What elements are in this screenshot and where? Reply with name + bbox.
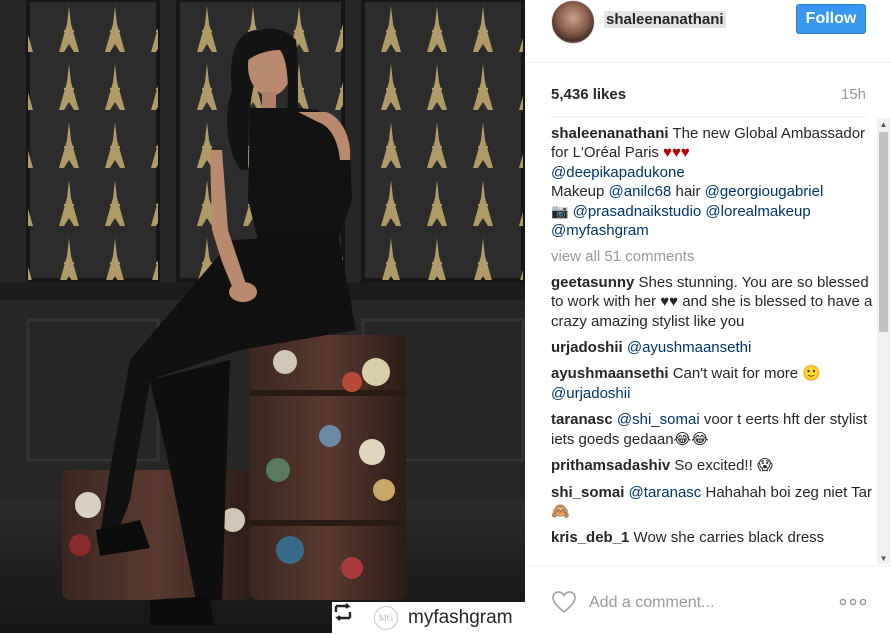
mention-link[interactable]: @prasadnaikstudio xyxy=(573,203,702,220)
comment-username[interactable]: ayushmaansethi xyxy=(551,365,669,382)
heart-outline-icon[interactable] xyxy=(551,590,577,614)
camera-icon: 📷 xyxy=(551,202,569,219)
comment-item: urjadoshii @ayushmaansethi xyxy=(551,338,873,357)
comments-list: shaleenanathani The new Global Ambassado… xyxy=(551,124,873,564)
caption-hearts: ♥♥♥ xyxy=(663,144,690,162)
avatar[interactable] xyxy=(551,0,595,44)
caption: shaleenanathani The new Global Ambassado… xyxy=(551,124,873,240)
mention-link[interactable]: @anilc68 xyxy=(609,183,672,200)
comment-emoji: 🙈 xyxy=(551,502,570,520)
comment-text: Hahahah boi zeg niet Tar xyxy=(701,483,872,501)
post-time[interactable]: 15h xyxy=(841,86,866,103)
comment-username[interactable]: taranasc xyxy=(551,411,613,428)
comment-emoji: 😱 xyxy=(756,457,773,475)
scroll-thumb[interactable] xyxy=(879,132,888,332)
comment-emoji: 🙂 xyxy=(802,365,821,383)
mention-link[interactable]: @lorealmakeup xyxy=(705,203,810,220)
scroll-down-arrow-icon[interactable]: ▼ xyxy=(877,552,890,564)
post-header: shaleenanathani Follow xyxy=(525,0,891,63)
comment-item: kris_deb_1 Wow she carries black dress xyxy=(551,528,873,547)
scroll-up-arrow-icon[interactable]: ▲ xyxy=(877,118,890,130)
comment-text: Can't wait for more xyxy=(668,365,803,383)
photo-illustration xyxy=(0,0,525,633)
caption-text: Makeup xyxy=(551,183,609,201)
mention-link[interactable]: @urjadoshii xyxy=(551,385,630,402)
comment-username[interactable]: shi_somai xyxy=(551,484,624,501)
comment-username[interactable]: urjadoshii xyxy=(551,339,623,356)
mention-link[interactable]: @shi_somai xyxy=(617,411,700,428)
caption-username[interactable]: shaleenanathani xyxy=(551,125,669,142)
mention-link[interactable]: @myfashgram xyxy=(551,222,649,239)
comment-username[interactable]: prithamsadashiv xyxy=(551,457,670,474)
comment-text: So excited!! xyxy=(670,457,757,475)
more-options-icon[interactable] xyxy=(839,594,867,610)
comment-item: prithamsadashiv So excited!! 😱 xyxy=(551,456,873,475)
follow-button[interactable]: Follow xyxy=(796,4,866,34)
add-comment-input[interactable] xyxy=(587,590,811,616)
mention-link[interactable]: @georgiougabriel xyxy=(705,183,824,200)
repost-badge: MG myfashgram xyxy=(332,602,525,633)
comment-item: shi_somai @taranasc Hahahah boi zeg niet… xyxy=(551,483,873,522)
mention-link[interactable]: @ayushmaansethi xyxy=(627,339,751,356)
comment-item: ayushmaansethi Can't wait for more 🙂 @ur… xyxy=(551,364,873,403)
comments-scrollbar[interactable]: ▲ ▼ xyxy=(877,118,890,564)
myfashgram-logo: MG xyxy=(374,605,398,630)
mention-link[interactable]: @taranasc xyxy=(629,484,702,501)
comment-emoji: ♥♥ xyxy=(660,293,679,311)
repost-icon xyxy=(334,603,366,631)
comment-text: Wow she carries black dress xyxy=(629,529,825,547)
comment-username[interactable]: kris_deb_1 xyxy=(551,529,629,546)
mention-link[interactable]: @deepikapadukone xyxy=(551,164,685,181)
caption-text: hair xyxy=(671,183,705,201)
header-username[interactable]: shaleenanathani xyxy=(604,11,726,28)
post-details-panel: shaleenanathani Follow 5,436 likes 15h s… xyxy=(525,0,891,633)
comment-item: taranasc @shi_somai voor t eerts hft der… xyxy=(551,410,873,449)
post-photo[interactable]: MG myfashgram xyxy=(0,0,525,633)
comment-item: geetasunny Shes stunning. You are so ble… xyxy=(551,273,873,331)
likes-count[interactable]: 5,436 likes xyxy=(551,86,626,103)
view-all-comments-link[interactable]: view all 51 comments xyxy=(551,247,873,266)
divider xyxy=(551,116,866,117)
add-comment-bar xyxy=(525,565,891,634)
comment-username[interactable]: geetasunny xyxy=(551,274,634,291)
comment-emoji: 😂😂 xyxy=(673,430,709,448)
repost-handle: myfashgram xyxy=(408,606,513,628)
